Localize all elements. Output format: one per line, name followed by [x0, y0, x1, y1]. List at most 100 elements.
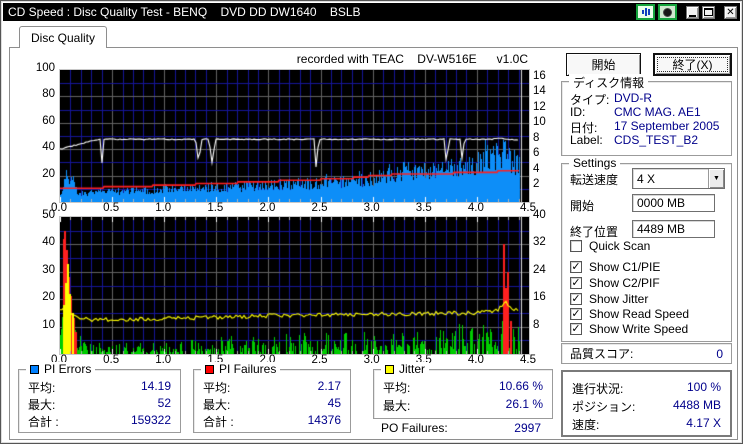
disc-info-group: ディスク情報 タイプ: DVD-R ID: CMC MAG. AE1 日付: 17 S…	[561, 74, 732, 156]
axis-label: 50	[42, 209, 55, 221]
axis-label: 60	[42, 114, 55, 127]
axis-label: 4.0	[467, 354, 484, 366]
exit-button[interactable]: 終了(X)	[653, 53, 732, 76]
axis-label: 14	[533, 85, 546, 98]
jitter-avg-row: 平均: 10.66 %	[383, 379, 543, 395]
titlebar-controls: ✕	[636, 4, 737, 20]
disc-label-row: Label: CDS_TEST_B2	[570, 133, 699, 147]
close-icon: ✕	[726, 6, 735, 18]
checkbox-show-c2-pif[interactable]: ✓	[570, 277, 582, 289]
quality-score-row: 品質スコア: 0	[570, 346, 723, 362]
chart-tray-icon[interactable]	[636, 4, 655, 20]
po-failures-row: PO Failures: 2997	[381, 421, 541, 435]
checkbox-label-show-c1-pie: Show C1/PIE	[589, 260, 661, 274]
axis-label: 30	[42, 263, 55, 276]
checkbox-show-read-speed[interactable]: ✓	[570, 308, 582, 320]
start-position-input[interactable]	[632, 194, 715, 212]
axis-label: 20	[42, 291, 55, 304]
axis-label: 8	[533, 318, 540, 331]
jitter-color-swatch	[385, 364, 394, 374]
speed-combobox[interactable]: 4 X ▼	[632, 168, 725, 189]
checkbox-show-c1-pie[interactable]: ✓	[570, 261, 582, 273]
tab-disc-quality[interactable]: Disc Quality	[19, 26, 107, 48]
checkbox-show-jitter[interactable]: ✓	[570, 293, 582, 305]
minimize-icon	[689, 14, 696, 17]
axis-label: 80	[42, 88, 55, 101]
axis-label: 1.0	[155, 354, 172, 366]
pi-errors-stats-box: PI Errors 平均: 14.19 最大: 52 合計 :159322	[18, 362, 181, 433]
settings-legend: Settings	[569, 156, 621, 170]
checkbox-label-show-c2-pif: Show C2/PIF	[589, 276, 660, 290]
disc-info-legend: ディスク情報	[569, 74, 649, 91]
axis-label: 2.0	[259, 202, 276, 214]
axis-label: 6	[533, 147, 540, 160]
axis-label: 12	[533, 100, 546, 113]
window-title: CD Speed : Disc Quality Test - BENQ DVD …	[8, 5, 361, 19]
axis-label: 2.5	[311, 202, 328, 214]
axis-label: 3.5	[415, 202, 432, 214]
minimize-button[interactable]	[686, 5, 699, 19]
pi-failures-total-row: 合計 :14376	[203, 413, 341, 429]
recorded-with-note: recorded with TEAC DV-W516E v1.0C	[296, 52, 528, 66]
axis-label: 40	[42, 236, 55, 249]
end-position-input[interactable]	[632, 220, 715, 238]
pi-failures-max-row: 最大: 45	[203, 396, 341, 412]
checkbox-label-show-jitter: Show Jitter	[589, 292, 649, 306]
checkbox-row-show-c1-pie: ✓ Show C1/PIE	[570, 260, 660, 274]
jitter-legend: Jitter	[381, 362, 430, 376]
axis-label: 8	[533, 131, 540, 144]
pi-errors-chart	[59, 69, 530, 203]
start-button[interactable]: 開始	[566, 53, 641, 76]
checkbox-row-show-jitter: ✓ Show Jitter	[570, 292, 648, 306]
start-position-label: 開始	[570, 199, 595, 213]
speed-row: 速度: 4.17 X	[572, 416, 721, 432]
maximize-icon	[704, 8, 713, 16]
pi-errors-color-swatch	[30, 364, 39, 374]
titlebar: CD Speed : Disc Quality Test - BENQ DVD …	[3, 3, 740, 21]
axis-label: 4	[533, 162, 540, 175]
axis-label: 16	[533, 291, 546, 304]
axis-label: 20	[42, 167, 55, 180]
axis-label: 0.5	[103, 202, 120, 214]
axis-label: 100	[35, 62, 55, 74]
chevron-down-icon[interactable]: ▼	[708, 169, 724, 188]
pi-failures-stats-box: PI Failures 平均: 2.17 最大: 45 合計 :14376	[193, 362, 351, 433]
close-button[interactable]: ✕	[724, 5, 737, 19]
checkbox-row-show-write-speed: ✓ Show Write Speed	[570, 322, 688, 336]
checkbox-row-quick-scan: Quick Scan	[570, 239, 650, 253]
axis-label: 40	[42, 141, 55, 154]
checkbox-quick-scan[interactable]	[570, 240, 582, 252]
checkbox-label-quick-scan: Quick Scan	[589, 239, 651, 253]
jitter-stats-box: Jitter 平均: 10.66 % 最大: 26.1 %	[373, 362, 553, 419]
pi-errors-avg-row: 平均: 14.19	[28, 379, 171, 395]
axis-label: 2	[533, 178, 540, 191]
axis-label: 10	[42, 318, 55, 331]
app-window: CD Speed : Disc Quality Test - BENQ DVD …	[0, 0, 743, 444]
axis-label: 32	[533, 236, 546, 249]
axis-label: 4.5	[520, 354, 536, 366]
disc-id-row: ID: CMC MAG. AE1	[570, 105, 701, 119]
axis-label: 4.0	[467, 202, 484, 214]
checkbox-show-write-speed[interactable]: ✓	[570, 323, 582, 335]
position-row: ポジション: 4488 MB	[572, 398, 721, 414]
maximize-button[interactable]	[702, 5, 715, 19]
axis-label: 1.0	[155, 202, 172, 214]
pi-errors-total-row: 合計 :159322	[28, 413, 171, 429]
progress-row: 進行状況: 100 %	[572, 380, 721, 396]
pi-failures-jitter-chart	[59, 216, 530, 355]
disc-tray-icon[interactable]	[658, 4, 677, 20]
speed-label: 転送速度	[570, 173, 619, 187]
settings-group: Settings 転送速度 4 X ▼ 開始 終了位置 Quick Scan ✓ S…	[561, 156, 732, 342]
axis-label: 16	[533, 69, 546, 82]
axis-label: 2.5	[311, 354, 328, 366]
checkbox-row-show-c2-pif: ✓ Show C2/PIF	[570, 276, 660, 290]
quality-score-value: 0	[716, 346, 723, 361]
pi-failures-legend: PI Failures	[201, 362, 281, 376]
jitter-max-row: 最大: 26.1 %	[383, 397, 543, 413]
axis-label: 0.5	[103, 354, 120, 366]
pi-failures-avg-row: 平均: 2.17	[203, 379, 341, 395]
axis-label: 3.0	[363, 202, 380, 214]
axis-label: 40	[533, 209, 546, 221]
quality-score-box: 品質スコア: 0	[561, 343, 732, 364]
pi-errors-legend: PI Errors	[26, 362, 96, 376]
